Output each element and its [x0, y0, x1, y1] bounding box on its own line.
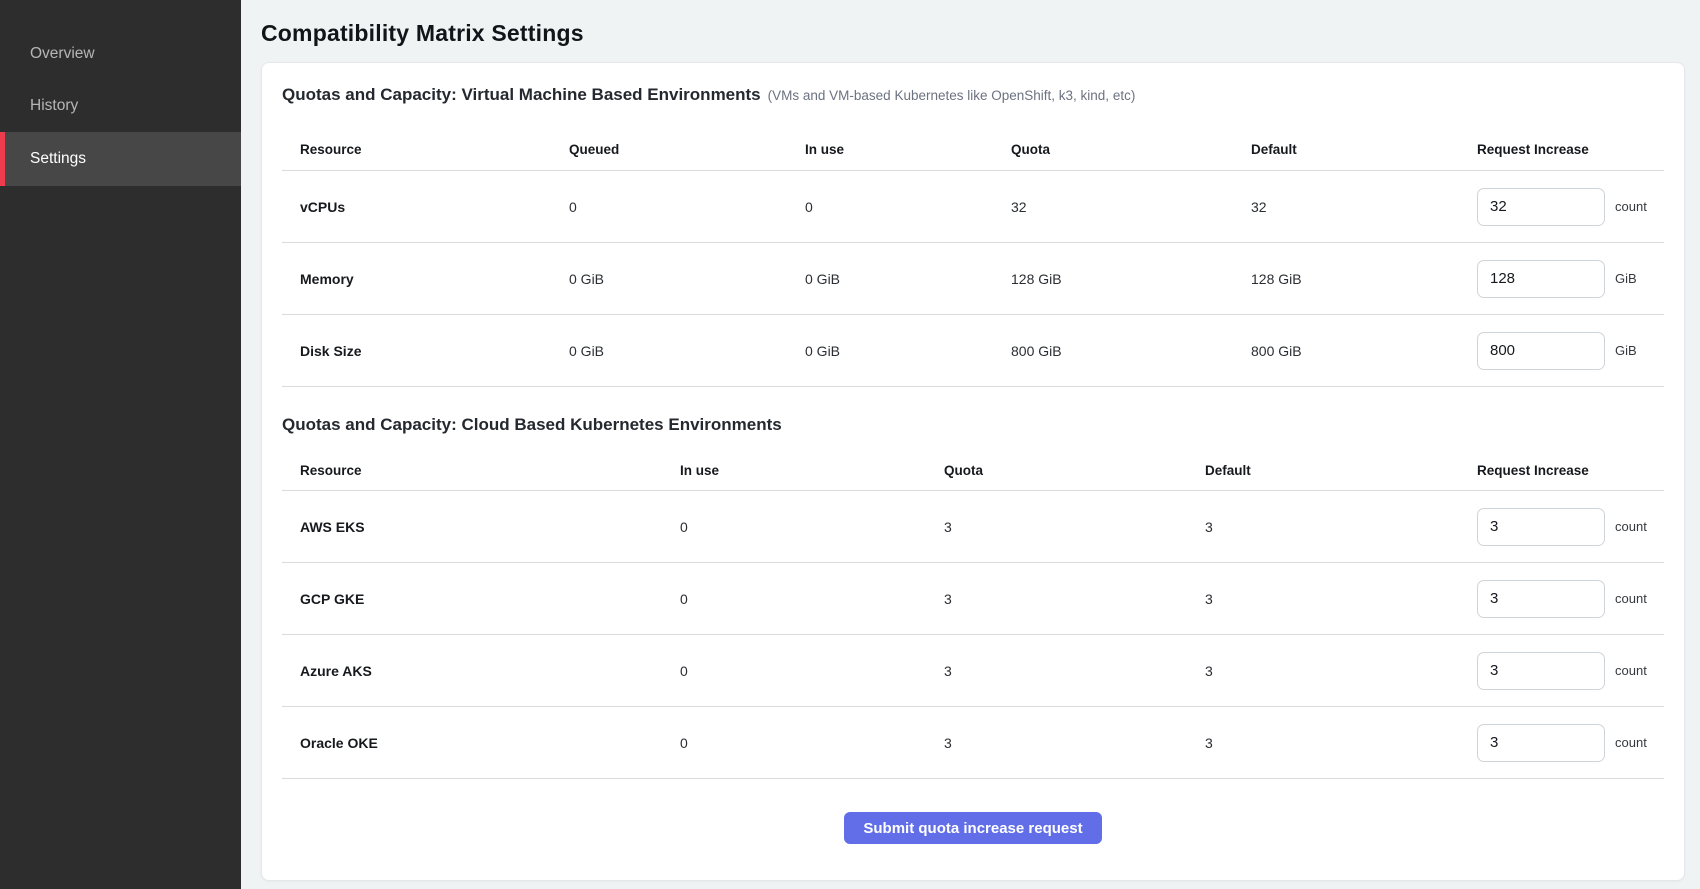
quota-value: 32 — [1011, 199, 1251, 215]
in-use-value: 0 — [680, 663, 944, 679]
column-header-quota: Quota — [1011, 142, 1251, 157]
in-use-value: 0 — [805, 199, 1011, 215]
request-increase-cell: count — [1477, 508, 1664, 546]
unit-label: count — [1615, 735, 1647, 750]
resource-label: Oracle OKE — [282, 735, 680, 751]
sidebar-item-history[interactable]: History — [0, 80, 241, 132]
submit-quota-increase-button[interactable]: Submit quota increase request — [844, 812, 1101, 844]
in-use-value: 0 — [680, 735, 944, 751]
queued-value: 0 — [569, 199, 805, 215]
sidebar-item-label: Settings — [30, 150, 86, 168]
table-row-azure-aks: Azure AKS 0 3 3 count — [282, 635, 1664, 707]
queued-value: 0 GiB — [569, 343, 805, 359]
quota-value: 800 GiB — [1011, 343, 1251, 359]
column-header-request-increase: Request Increase — [1477, 142, 1664, 157]
sidebar-item-label: History — [30, 97, 78, 115]
gcp-gke-request-increase-input[interactable] — [1477, 580, 1605, 618]
vm-quota-table: Resource Queued In use Quota Default Req… — [282, 129, 1664, 387]
cloud-section-title-text: Quotas and Capacity: Cloud Based Kuberne… — [282, 415, 782, 434]
quota-value: 3 — [944, 735, 1205, 751]
sidebar-item-overview[interactable]: Overview — [0, 28, 241, 80]
quota-value: 128 GiB — [1011, 271, 1251, 287]
default-value: 3 — [1205, 735, 1477, 751]
unit-label: GiB — [1615, 343, 1637, 358]
resource-label: vCPUs — [282, 199, 569, 215]
resource-label: Azure AKS — [282, 663, 680, 679]
cloud-table-header: Resource In use Quota Default Request In… — [282, 451, 1664, 491]
azure-aks-request-increase-input[interactable] — [1477, 652, 1605, 690]
quota-settings-card: Quotas and Capacity: Virtual Machine Bas… — [261, 62, 1685, 881]
submit-row: Submit quota increase request — [282, 812, 1664, 844]
main-content: Compatibility Matrix Settings Quotas and… — [241, 0, 1700, 889]
queued-value: 0 GiB — [569, 271, 805, 287]
resource-label: Disk Size — [282, 343, 569, 359]
column-header-in-use: In use — [805, 142, 1011, 157]
default-value: 3 — [1205, 591, 1477, 607]
table-row-oracle-oke: Oracle OKE 0 3 3 count — [282, 707, 1664, 779]
resource-label: AWS EKS — [282, 519, 680, 535]
request-increase-cell: count — [1477, 188, 1664, 226]
cloud-quota-table: Resource In use Quota Default Request In… — [282, 451, 1664, 779]
column-header-resource: Resource — [282, 142, 569, 157]
table-row-vcpus: vCPUs 0 0 32 32 count — [282, 171, 1664, 243]
table-row-gcp-gke: GCP GKE 0 3 3 count — [282, 563, 1664, 635]
request-increase-cell: count — [1477, 580, 1664, 618]
vcpus-request-increase-input[interactable] — [1477, 188, 1605, 226]
vm-section-title: Quotas and Capacity: Virtual Machine Bas… — [282, 85, 1664, 105]
quota-value: 3 — [944, 519, 1205, 535]
column-header-default: Default — [1251, 142, 1477, 157]
vm-table-header: Resource Queued In use Quota Default Req… — [282, 129, 1664, 171]
resource-label: Memory — [282, 271, 569, 287]
in-use-value: 0 GiB — [805, 343, 1011, 359]
request-increase-cell: GiB — [1477, 332, 1664, 370]
page-title: Compatibility Matrix Settings — [261, 20, 1685, 47]
unit-label: GiB — [1615, 271, 1637, 286]
default-value: 32 — [1251, 199, 1477, 215]
sidebar-item-settings[interactable]: Settings — [0, 132, 241, 186]
default-value: 128 GiB — [1251, 271, 1477, 287]
request-increase-cell: count — [1477, 724, 1664, 762]
disk-size-request-increase-input[interactable] — [1477, 332, 1605, 370]
request-increase-cell: GiB — [1477, 260, 1664, 298]
table-row-disk-size: Disk Size 0 GiB 0 GiB 800 GiB 800 GiB Gi… — [282, 315, 1664, 387]
column-header-default: Default — [1205, 463, 1477, 478]
in-use-value: 0 — [680, 519, 944, 535]
unit-label: count — [1615, 591, 1647, 606]
default-value: 3 — [1205, 519, 1477, 535]
unit-label: count — [1615, 663, 1647, 678]
cloud-section-title: Quotas and Capacity: Cloud Based Kuberne… — [282, 415, 1664, 435]
column-header-resource: Resource — [282, 463, 680, 478]
sidebar-item-label: Overview — [30, 45, 95, 63]
column-header-request-increase: Request Increase — [1477, 463, 1664, 478]
memory-request-increase-input[interactable] — [1477, 260, 1605, 298]
in-use-value: 0 GiB — [805, 271, 1011, 287]
vm-section-title-text: Quotas and Capacity: Virtual Machine Bas… — [282, 85, 761, 104]
column-header-quota: Quota — [944, 463, 1205, 478]
request-increase-cell: count — [1477, 652, 1664, 690]
table-row-aws-eks: AWS EKS 0 3 3 count — [282, 491, 1664, 563]
vm-section-subtitle: (VMs and VM-based Kubernetes like OpenSh… — [768, 88, 1136, 103]
quota-value: 3 — [944, 591, 1205, 607]
aws-eks-request-increase-input[interactable] — [1477, 508, 1605, 546]
resource-label: GCP GKE — [282, 591, 680, 607]
in-use-value: 0 — [680, 591, 944, 607]
sidebar: Overview History Settings — [0, 0, 241, 889]
default-value: 800 GiB — [1251, 343, 1477, 359]
table-row-memory: Memory 0 GiB 0 GiB 128 GiB 128 GiB GiB — [282, 243, 1664, 315]
column-header-queued: Queued — [569, 142, 805, 157]
column-header-in-use: In use — [680, 463, 944, 478]
oracle-oke-request-increase-input[interactable] — [1477, 724, 1605, 762]
unit-label: count — [1615, 519, 1647, 534]
default-value: 3 — [1205, 663, 1477, 679]
quota-value: 3 — [944, 663, 1205, 679]
unit-label: count — [1615, 199, 1647, 214]
